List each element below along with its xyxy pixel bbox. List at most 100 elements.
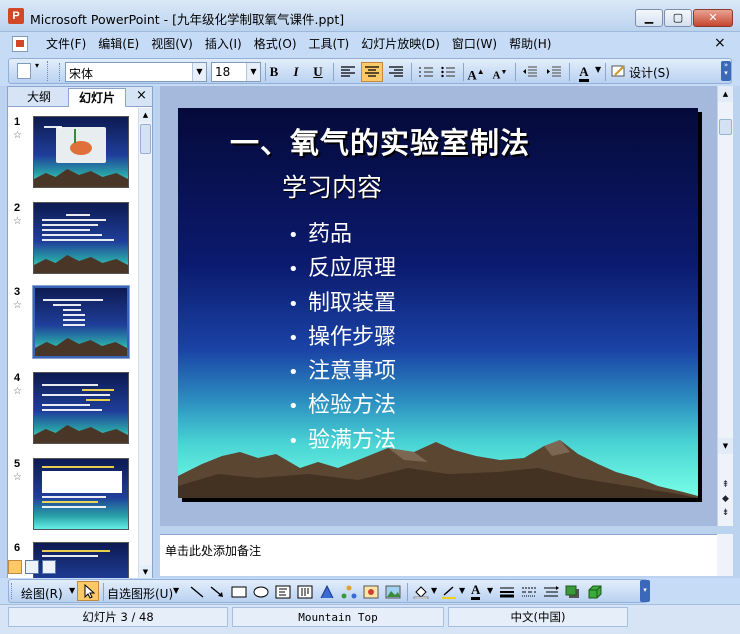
notes-scrollbar[interactable] [717,534,733,576]
autoshapes-menu-button[interactable]: 自选图形(U) [107,585,173,602]
current-slide[interactable]: 一、氧气的实验室制法 学习内容 • 药品 • 反应原理 • 制取装置 • 操作步骤 • 注… [178,108,698,498]
bold-button[interactable]: B [263,62,285,82]
slide-sorter-view-icon[interactable] [25,560,39,574]
scroll-thumb[interactable] [719,119,732,135]
menu-file[interactable]: 文件(F) [40,36,92,53]
previous-slide-icon[interactable]: ⇞ [718,478,733,492]
maximize-button[interactable]: ▢ [664,9,692,27]
grow-font-button[interactable]: A▲ [465,62,487,82]
line-color-icon[interactable] [441,585,457,599]
menu-edit[interactable]: 编辑(E) [92,36,145,53]
toolbar-grip[interactable] [11,583,14,599]
slide-thumbnail-4[interactable]: 4 ☆ [8,368,138,450]
close-pane-icon[interactable]: × [136,88,147,103]
slide-thumbnail-2[interactable]: 2 ☆ [8,198,138,280]
chevron-down-icon[interactable]: ▼ [246,63,260,81]
scroll-thumb[interactable] [140,124,151,154]
scroll-up-icon[interactable]: ▲ [139,108,152,122]
design-button[interactable]: 设计(S) [629,64,670,81]
design-template-name[interactable]: Mountain Top [232,607,444,627]
slide-thumbnail-1[interactable]: 1 ☆ [8,112,138,194]
align-left-button[interactable] [337,62,359,82]
toolbar-grip[interactable] [59,63,62,81]
slideshow-view-icon[interactable] [42,560,56,574]
rectangle-icon[interactable] [231,585,247,599]
tab-outline[interactable]: 大纲 [12,88,66,107]
font-color-icon[interactable]: A [471,582,481,600]
decrease-indent-button[interactable] [519,62,541,82]
shrink-font-button[interactable]: A▼ [489,62,511,82]
menu-help[interactable]: 帮助(H) [503,36,557,53]
bullet-list[interactable]: • 药品 • 反应原理 • 制取装置 • 操作步骤 • 注意事项 • 检验方法 • 验满方法 [288,216,396,456]
menu-slideshow[interactable]: 幻灯片放映(D) [355,36,446,53]
menu-tools[interactable]: 工具(T) [303,36,356,53]
toolbar-options-icon[interactable]: ▾ [640,580,650,602]
scroll-down-icon[interactable]: ▼ [139,565,152,579]
arrow-style-icon[interactable] [543,585,559,599]
align-center-button[interactable] [361,62,383,82]
arrow-icon[interactable] [209,585,225,599]
vertical-textbox-icon[interactable] [297,585,313,599]
chevron-down-icon[interactable]: ▼ [431,586,437,595]
new-document-icon[interactable] [17,63,31,79]
wordart-icon[interactable] [319,585,335,599]
font-size-combo[interactable]: 18 ▼ [211,62,261,82]
slide-subtitle[interactable]: 学习内容 [282,168,382,204]
slide-thumbnail-3[interactable]: 3 ☆ [8,282,138,366]
insert-picture-icon[interactable] [385,585,401,599]
notes-placeholder[interactable]: 单击此处添加备注 [165,542,261,559]
menu-view[interactable]: 视图(V) [145,36,199,53]
chevron-down-icon[interactable]: ▼ [69,586,75,595]
fill-color-icon[interactable] [413,585,429,599]
toolbar-options-icon[interactable]: » ▾ [721,61,731,81]
toolbar-grip[interactable] [47,61,50,81]
menu-bar: 文件(F) 编辑(E) 视图(V) 插入(I) 格式(O) 工具(T) 幻灯片放… [0,32,740,56]
3d-style-icon[interactable] [587,585,603,599]
chevron-down-icon[interactable]: ▼ [192,63,206,81]
numbered-list-button[interactable] [415,62,437,82]
minimize-button[interactable]: ▁ [635,9,663,27]
oval-icon[interactable] [253,585,269,599]
bulleted-list-button[interactable] [437,62,459,82]
draw-menu-button[interactable]: 绘图(R) [21,585,63,602]
slide-title[interactable]: 一、氧气的实验室制法 [230,120,530,162]
increase-indent-button[interactable] [543,62,565,82]
font-size-value: 18 [215,65,231,79]
align-right-button[interactable] [385,62,407,82]
close-document-icon[interactable]: × [714,35,726,51]
menu-format[interactable]: 格式(O) [248,36,303,53]
italic-button[interactable]: I [285,62,307,82]
scroll-up-icon[interactable]: ▲ [718,86,733,102]
normal-view-icon[interactable] [8,560,22,574]
chevron-down-icon[interactable]: ▼ [595,65,601,74]
chevron-down-icon[interactable]: ▼ [459,586,465,595]
close-button[interactable]: ✕ [693,9,733,27]
font-color-button[interactable]: A [573,62,595,82]
notes-pane[interactable]: 单击此处添加备注 [160,534,717,576]
line-icon[interactable] [189,585,205,599]
select-browse-icon[interactable]: ◆ [718,492,733,506]
select-pointer-button[interactable] [77,581,99,601]
toolbar-options-icon[interactable]: ▾ [35,61,39,70]
slide-number: 3 [14,286,21,298]
font-name-combo[interactable]: 宋体 ▼ [65,62,207,82]
shadow-style-icon[interactable] [565,585,581,599]
scroll-down-icon[interactable]: ▼ [718,438,733,454]
textbox-icon[interactable] [275,585,291,599]
slide-thumbnail-5[interactable]: 5 ☆ [8,454,138,536]
diagram-icon[interactable] [341,585,357,599]
chevron-down-icon[interactable]: ▼ [487,586,493,595]
menu-window[interactable]: 窗口(W) [446,36,503,53]
menu-insert[interactable]: 插入(I) [199,36,248,53]
document-icon[interactable] [12,36,28,52]
chevron-down-icon[interactable]: ▼ [173,586,179,595]
dash-style-icon[interactable] [521,585,537,599]
thumbnails-scrollbar[interactable]: ▲ ▼ [138,108,152,579]
clipart-icon[interactable] [363,585,379,599]
tab-slides[interactable]: 幻灯片 [68,88,126,107]
next-slide-icon[interactable]: ⇟ [718,506,733,520]
line-style-icon[interactable] [499,585,515,599]
slide-scrollbar[interactable]: ▲ ▼ ⇞ ◆ ⇟ [717,86,733,526]
status-empty [632,607,732,627]
underline-button[interactable]: U [307,62,329,82]
